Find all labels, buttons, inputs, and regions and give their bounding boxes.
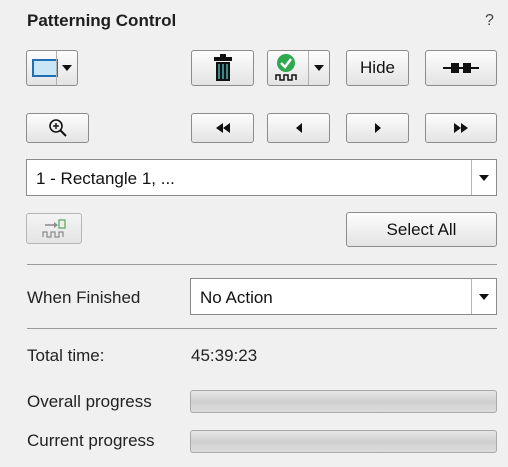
rectangle-icon bbox=[32, 59, 58, 77]
shape-selector-dropdown[interactable] bbox=[56, 51, 77, 85]
total-time-label: Total time: bbox=[27, 346, 105, 365]
pattern-select-value: 1 - Rectangle 1, ... bbox=[36, 169, 175, 188]
double-left-arrow-icon bbox=[215, 123, 230, 133]
checkmark-pattern-icon bbox=[275, 54, 297, 81]
pattern-status-dropdown[interactable] bbox=[308, 51, 329, 85]
overall-progress-bar bbox=[190, 390, 497, 413]
when-finished-select[interactable]: No Action bbox=[190, 278, 497, 315]
shape-selector-button[interactable] bbox=[26, 50, 78, 86]
divider bbox=[27, 264, 497, 265]
total-time-value: 45:39:23 bbox=[191, 346, 258, 365]
chevron-down-icon bbox=[62, 65, 72, 71]
chevron-down-icon bbox=[479, 174, 489, 181]
pattern-status-button[interactable] bbox=[267, 50, 330, 86]
overall-progress-label: Overall progress bbox=[27, 392, 152, 411]
select-all-button[interactable]: Select All bbox=[346, 212, 497, 247]
link-button[interactable] bbox=[425, 50, 497, 86]
current-progress-bar bbox=[190, 430, 497, 453]
current-progress-label: Current progress bbox=[27, 431, 155, 450]
double-right-arrow-icon bbox=[454, 123, 468, 133]
trash-icon bbox=[213, 54, 232, 81]
apply-pattern-button[interactable] bbox=[26, 213, 82, 244]
last-button[interactable] bbox=[425, 113, 497, 143]
hide-button[interactable]: Hide bbox=[346, 50, 409, 86]
pattern-select[interactable]: 1 - Rectangle 1, ... bbox=[26, 159, 497, 196]
left-arrow-icon bbox=[295, 123, 302, 133]
zoom-button[interactable] bbox=[26, 113, 89, 143]
arrow-pattern-icon bbox=[42, 218, 66, 238]
when-finished-label: When Finished bbox=[27, 288, 141, 307]
previous-button[interactable] bbox=[267, 113, 330, 143]
first-button[interactable] bbox=[191, 113, 254, 143]
patterning-control-panel: Patterning Control ? Hide 1 - Rectangle … bbox=[0, 0, 508, 467]
link-icon bbox=[443, 63, 479, 73]
next-button[interactable] bbox=[346, 113, 409, 143]
divider bbox=[27, 328, 497, 329]
chevron-down-icon bbox=[314, 65, 324, 71]
delete-button[interactable] bbox=[191, 50, 254, 86]
chevron-down-icon bbox=[479, 293, 489, 300]
zoom-in-icon bbox=[48, 119, 67, 137]
panel-title: Patterning Control bbox=[27, 11, 177, 30]
right-arrow-icon bbox=[374, 123, 381, 133]
when-finished-arrow[interactable] bbox=[471, 279, 496, 314]
pattern-select-arrow[interactable] bbox=[471, 160, 496, 195]
when-finished-value: No Action bbox=[200, 288, 273, 307]
help-button[interactable]: ? bbox=[485, 12, 494, 30]
